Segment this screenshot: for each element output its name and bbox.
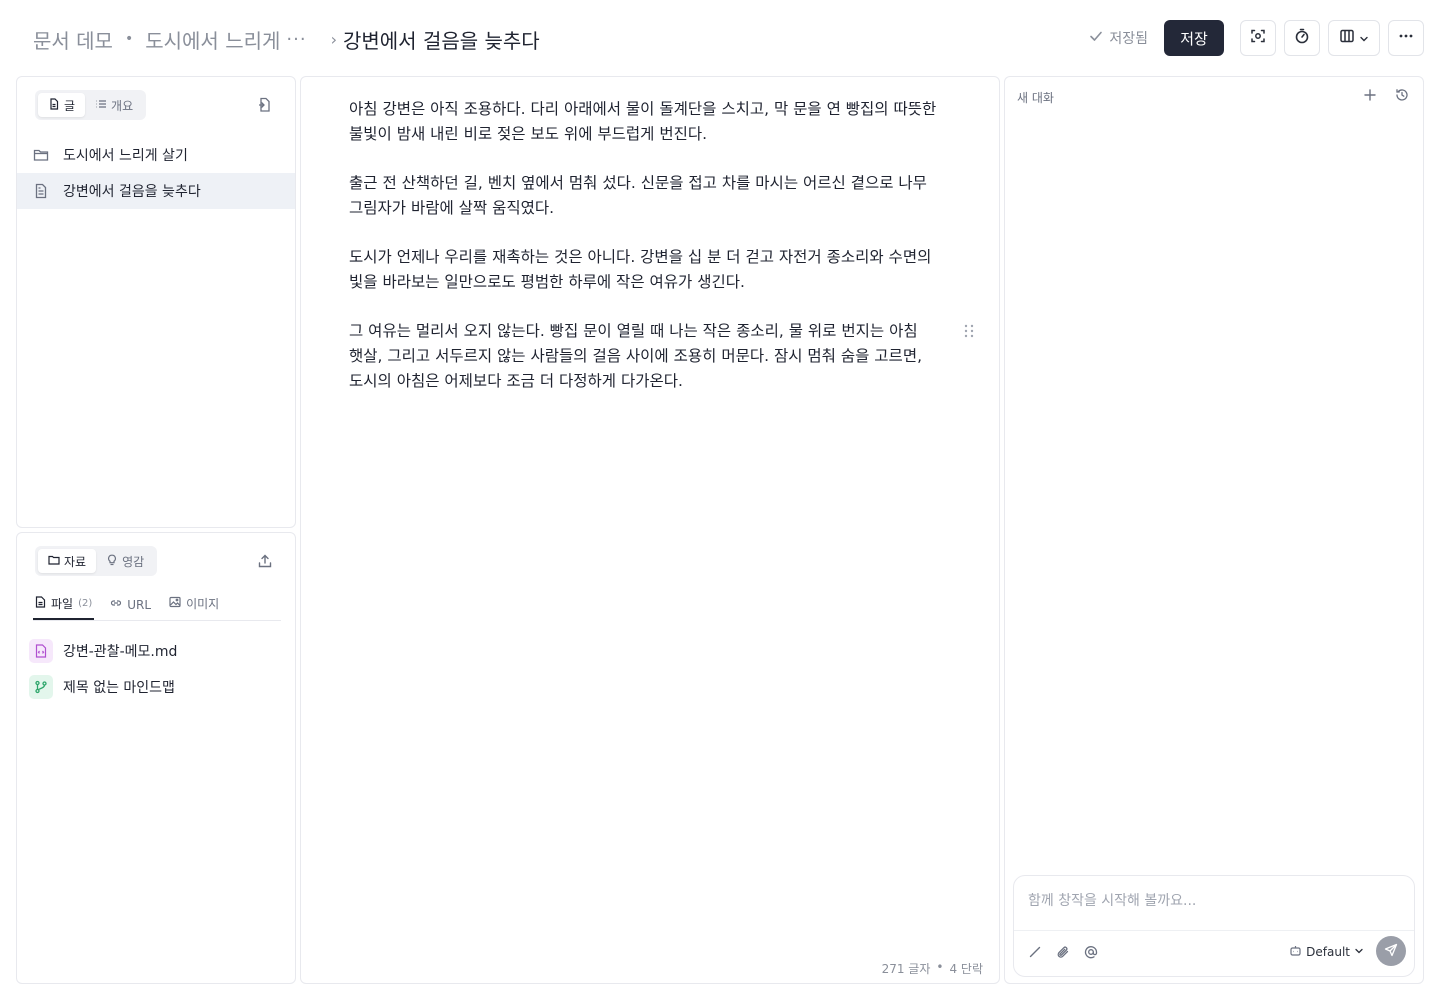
subtab-images-label: 이미지 bbox=[186, 597, 220, 611]
editor-stats: 271 글자 • 4 단락 bbox=[882, 960, 983, 977]
breadcrumb-dot: • bbox=[124, 31, 134, 47]
at-sign-icon bbox=[1084, 944, 1098, 963]
mindmap-icon bbox=[29, 675, 53, 699]
drag-handle-icon[interactable] bbox=[963, 323, 975, 338]
mention-button[interactable] bbox=[1084, 944, 1098, 963]
chevron-right-icon: › bbox=[330, 29, 337, 49]
new-file-icon bbox=[257, 97, 273, 117]
toolbar-actions: 저장됨 저장 bbox=[1089, 20, 1424, 56]
columns-icon bbox=[1339, 28, 1355, 48]
tab-writing[interactable]: 글 bbox=[38, 93, 86, 117]
image-icon bbox=[169, 596, 181, 611]
history-icon bbox=[1395, 87, 1409, 106]
new-chat-button[interactable] bbox=[1363, 87, 1377, 106]
send-icon bbox=[1384, 942, 1398, 961]
top-bar: 문서 데모 • 도시에서 느리게 ··· › 강변에서 걸음을 늦추다 저장됨 … bbox=[0, 0, 1440, 76]
chat-tools bbox=[1028, 944, 1098, 963]
file-icon bbox=[35, 596, 46, 611]
folder-icon bbox=[48, 554, 60, 569]
timer-button[interactable] bbox=[1284, 20, 1320, 56]
tab-inspiration[interactable]: 영감 bbox=[96, 549, 154, 573]
breadcrumb: 문서 데모 • 도시에서 느리게 ··· › 강변에서 걸음을 늦추다 bbox=[33, 24, 540, 54]
model-selector-label: Default bbox=[1306, 945, 1350, 959]
document-icon bbox=[33, 183, 49, 199]
more-options-button[interactable] bbox=[1388, 20, 1424, 56]
attach-button[interactable] bbox=[1056, 944, 1070, 963]
slash-command-button[interactable] bbox=[1028, 944, 1042, 963]
tree-item-folder[interactable]: 도시에서 느리게 살기 bbox=[17, 137, 295, 173]
chevron-down-icon bbox=[1359, 29, 1369, 48]
subtab-files[interactable]: 파일 (2) bbox=[33, 595, 95, 620]
saved-status-label: 저장됨 bbox=[1109, 31, 1148, 47]
paragraph-count: 4 단락 bbox=[949, 962, 983, 976]
chat-panel: 새 대화 함께 창작을 시작해 볼까요... Default bbox=[1004, 76, 1424, 984]
resource-panel-tabs: 자료 영감 bbox=[35, 546, 158, 576]
model-selector[interactable]: Default bbox=[1289, 944, 1364, 960]
lightbulb-icon bbox=[106, 554, 118, 569]
subtab-url[interactable]: URL bbox=[108, 597, 153, 620]
paperclip-icon bbox=[1056, 944, 1070, 963]
resource-item-mindmap[interactable]: 제목 없는 마인드맵 bbox=[29, 674, 175, 700]
editor-paragraph[interactable]: 아침 강변은 아직 조용하다. 다리 아래에서 물이 돌계단을 스치고, 막 문… bbox=[349, 97, 953, 147]
resource-item-markdown-label: 강변-관찰-메모.md bbox=[63, 644, 178, 660]
send-button[interactable] bbox=[1376, 936, 1406, 966]
page-title: 강변에서 걸음을 늦추다 bbox=[342, 28, 540, 53]
link-icon bbox=[110, 597, 122, 612]
divider bbox=[1014, 930, 1414, 931]
upload-icon bbox=[257, 554, 273, 573]
saved-status: 저장됨 bbox=[1089, 28, 1148, 48]
tab-outline[interactable]: 개요 bbox=[85, 93, 143, 117]
timer-icon bbox=[1294, 28, 1310, 48]
check-icon bbox=[1089, 29, 1103, 47]
resource-panel: 자료 영감 파일 (2) URL 이미지 강변-관찰-메모.md 제목 없는 마… bbox=[16, 532, 296, 984]
chat-header-actions bbox=[1363, 87, 1409, 106]
more-icon bbox=[1398, 28, 1414, 48]
resource-item-markdown[interactable]: 강변-관찰-메모.md bbox=[29, 638, 177, 664]
resource-subtabs: 파일 (2) URL 이미지 bbox=[33, 591, 281, 621]
chevron-down-icon bbox=[1354, 945, 1364, 959]
tab-materials[interactable]: 자료 bbox=[38, 549, 97, 573]
tab-writing-label: 글 bbox=[64, 98, 76, 113]
breadcrumb-workspace[interactable]: 문서 데모 bbox=[33, 25, 113, 54]
breadcrumb-folder[interactable]: 도시에서 느리게 bbox=[145, 25, 280, 54]
focus-mode-button[interactable] bbox=[1240, 20, 1276, 56]
document-panel: 글 개요 도시에서 느리게 살기 강변에서 걸음을 늦추다 bbox=[16, 76, 296, 528]
editor-paragraph[interactable]: 그 여유는 멀리서 오지 않는다. 빵집 문이 열릴 때 나는 작은 종소리, … bbox=[349, 319, 953, 394]
document-icon bbox=[48, 97, 60, 113]
editor-paragraph[interactable]: 출근 전 산책하던 길, 벤치 옆에서 멈춰 섰다. 신문을 접고 차를 마시는… bbox=[349, 171, 953, 221]
breadcrumb-ellipsis[interactable]: ··· bbox=[286, 29, 306, 50]
document-panel-tabs: 글 개요 bbox=[35, 90, 147, 120]
editor-panel: 아침 강변은 아직 조용하다. 다리 아래에서 물이 돌계단을 스치고, 막 문… bbox=[300, 76, 1000, 984]
char-count: 271 글자 bbox=[881, 962, 931, 976]
chat-input[interactable]: 함께 창작을 시작해 볼까요... bbox=[1028, 890, 1196, 910]
subtab-url-label: URL bbox=[127, 597, 152, 612]
markdown-file-icon bbox=[29, 639, 53, 663]
new-document-button[interactable] bbox=[257, 97, 273, 113]
focus-icon bbox=[1250, 28, 1266, 48]
save-button[interactable]: 저장 bbox=[1164, 20, 1224, 56]
chat-title: 새 대화 bbox=[1017, 91, 1054, 105]
chat-composer: 함께 창작을 시작해 볼까요... Default bbox=[1013, 875, 1415, 977]
resource-item-mindmap-label: 제목 없는 마인드맵 bbox=[63, 680, 175, 696]
upload-button[interactable] bbox=[257, 553, 273, 569]
tree-item-document-label: 강변에서 걸음을 늦추다 bbox=[63, 184, 201, 200]
subtab-files-count: (2) bbox=[78, 598, 93, 609]
list-icon bbox=[95, 98, 107, 113]
folder-icon bbox=[33, 147, 49, 163]
stats-separator: • bbox=[936, 960, 944, 974]
layout-toggle-button[interactable] bbox=[1328, 20, 1380, 56]
subtab-images[interactable]: 이미지 bbox=[167, 595, 221, 620]
slash-icon bbox=[1028, 944, 1042, 963]
editor-content[interactable]: 아침 강변은 아직 조용하다. 다리 아래에서 물이 돌계단을 스치고, 막 문… bbox=[349, 97, 953, 418]
chat-history-button[interactable] bbox=[1395, 87, 1409, 106]
tree-item-folder-label: 도시에서 느리게 살기 bbox=[63, 148, 188, 164]
tree-item-document[interactable]: 강변에서 걸음을 늦추다 bbox=[17, 173, 295, 209]
plus-icon bbox=[1363, 87, 1377, 106]
tab-outline-label: 개요 bbox=[111, 98, 134, 113]
tab-inspiration-label: 영감 bbox=[122, 554, 145, 569]
subtab-files-label: 파일 bbox=[51, 597, 74, 611]
editor-paragraph[interactable]: 도시가 언제나 우리를 재촉하는 것은 아니다. 강변을 십 분 더 걷고 자전… bbox=[349, 245, 953, 295]
tab-materials-label: 자료 bbox=[64, 554, 87, 569]
robot-icon bbox=[1289, 944, 1302, 960]
